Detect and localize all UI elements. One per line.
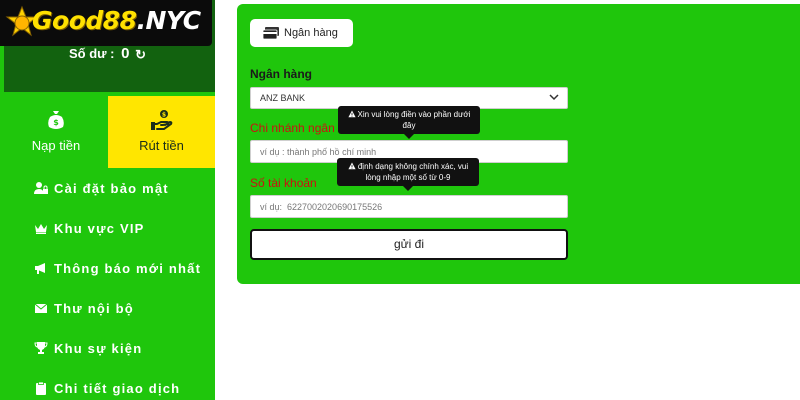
warning-icon (348, 162, 356, 170)
tooltip-arrow (404, 134, 414, 139)
quick-actions: $ Nạp tiền $ Rút tiền (4, 96, 215, 168)
tooltip-arrow (403, 186, 413, 191)
svg-text:$: $ (161, 112, 165, 119)
branch-validation-message: Xin vui lòng điền vào phần dưới đây (357, 110, 471, 130)
bank-select-value: ANZ BANK (260, 93, 306, 103)
deposit-label: Nạp tiền (31, 138, 81, 153)
sidebar: Good88.NYC Số dư : 0 ↻ $ Nạp tiền $ Rút … (0, 0, 215, 400)
sidebar-item-vip[interactable]: Khu vực VIP (4, 208, 215, 248)
submit-button[interactable]: gửi đi (250, 229, 568, 260)
withdraw-label: Rút tiền (139, 138, 184, 153)
trophy-icon (34, 341, 48, 355)
user-lock-icon (34, 181, 48, 195)
bank-field-label: Ngân hàng (250, 67, 312, 81)
svg-text:$: $ (53, 118, 59, 127)
money-bag-icon: $ (48, 111, 64, 129)
branch-field-label: Chi nhánh ngân (250, 121, 335, 135)
tab-bank[interactable]: Ngân hàng (250, 19, 353, 47)
sidebar-item-label: Khu vực VIP (54, 220, 145, 236)
sidebar-item-inbox[interactable]: Thư nội bộ (4, 288, 215, 328)
clipboard-icon (34, 381, 48, 395)
balance-value: 0 (121, 45, 130, 62)
crown-icon (34, 221, 48, 235)
balance: Số dư : 0 ↻ (0, 45, 215, 62)
account-number-input[interactable] (250, 195, 568, 218)
brand-name: Good88.NYC (32, 6, 201, 35)
warning-icon (347, 110, 356, 118)
sidebar-item-security[interactable]: Cài đặt bảo mật (4, 168, 215, 208)
sidebar-item-label: Khu sự kiện (54, 340, 143, 356)
brand-logo[interactable]: Good88.NYC (0, 0, 212, 46)
branch-validation-tooltip: Xin vui lòng điền vào phần dưới đây (338, 106, 480, 139)
chevron-down-icon (549, 94, 559, 101)
account-validation-tooltip: định dạng không chính xác, vui lòng nhập… (337, 158, 479, 191)
withdraw-page: Good88.NYC Số dư : 0 ↻ $ Nạp tiền $ Rút … (0, 0, 800, 400)
tab-bank-label: Ngân hàng (284, 27, 338, 39)
brand-name-main: Good88 (32, 6, 137, 35)
megaphone-icon (34, 261, 48, 275)
sidebar-item-label: Thư nội bộ (54, 300, 134, 316)
envelope-icon (34, 301, 48, 315)
sidebar-item-transactions[interactable]: Chi tiết giao dịch (4, 368, 215, 400)
withdraw-button[interactable]: $ Rút tiền (108, 96, 215, 168)
sidebar-item-label: Thông báo mới nhất (54, 260, 202, 276)
balance-label: Số dư : (68, 46, 115, 61)
refresh-icon[interactable]: ↻ (135, 47, 146, 63)
withdraw-form-panel: Ngân hàng Ngân hàng ANZ BANK Chi nhánh n… (237, 4, 800, 284)
account-validation-message: định dạng không chính xác, vui lòng nhập… (357, 162, 469, 182)
sidebar-item-events[interactable]: Khu sự kiện (4, 328, 215, 368)
sidebar-item-label: Chi tiết giao dịch (54, 380, 181, 396)
hand-money-icon: $ (150, 110, 172, 130)
bank-card-icon (262, 27, 279, 40)
deposit-button[interactable]: $ Nạp tiền (4, 96, 108, 168)
sidebar-item-news[interactable]: Thông báo mới nhất (4, 248, 215, 288)
sidebar-item-label: Cài đặt bảo mật (54, 180, 169, 196)
account-number-field-label: Số tài khoản (250, 176, 317, 190)
brand-name-suffix: .NYC (136, 6, 201, 35)
